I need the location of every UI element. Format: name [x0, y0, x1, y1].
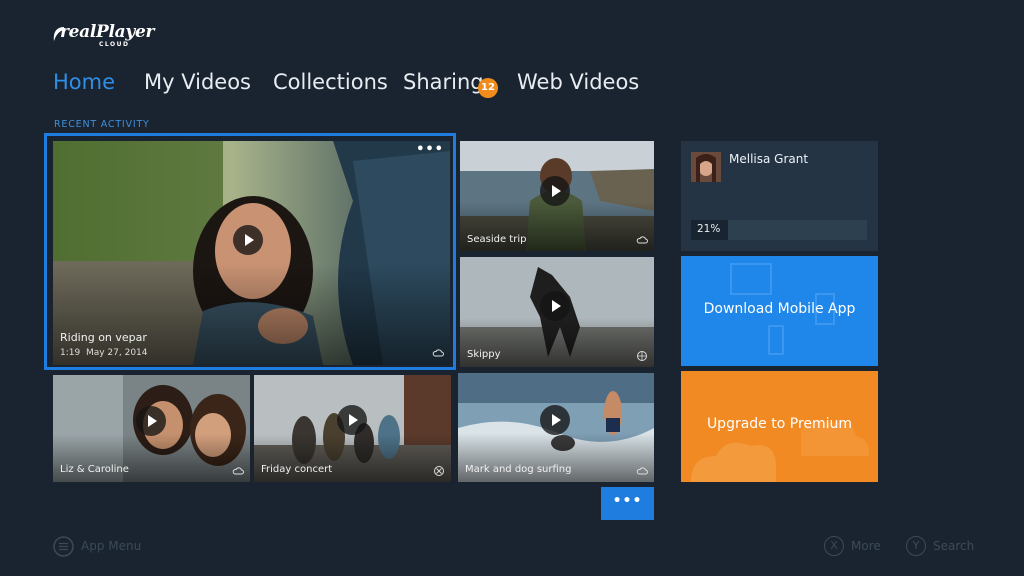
video-title: Friday concert — [261, 464, 333, 475]
logo-subtext: CLOUD — [99, 41, 130, 48]
video-title: Seaside trip — [467, 234, 527, 245]
logo-text: realPlayer — [60, 22, 155, 42]
tab-sharing[interactable]: Sharing — [403, 70, 484, 94]
y-button-icon: Y — [906, 536, 926, 556]
play-icon[interactable] — [337, 405, 367, 435]
tab-home[interactable]: Home — [53, 70, 115, 94]
play-icon[interactable] — [540, 291, 570, 321]
search-hint[interactable]: Search — [933, 539, 974, 553]
realplayer-cloud-logo: realPlayer CLOUD — [52, 22, 162, 50]
video-title: Liz & Caroline — [60, 464, 129, 475]
video-tile-liz-caroline[interactable]: Liz & Caroline — [53, 375, 250, 482]
app-menu-hint[interactable]: App Menu — [81, 539, 141, 553]
menu-button-icon[interactable] — [53, 536, 74, 557]
tab-web-videos[interactable]: Web Videos — [517, 70, 639, 94]
video-tile-seaside-trip[interactable]: Seaside trip — [460, 141, 654, 251]
user-upload-panel[interactable]: Mellisa Grant 21% — [681, 141, 878, 251]
upload-progress-bar: 21% — [691, 220, 867, 240]
x-button-icon: X — [824, 536, 844, 556]
avatar — [691, 152, 721, 182]
more-hint[interactable]: More — [851, 539, 881, 553]
user-name: Mellisa Grant — [729, 152, 809, 166]
user-avatar-image — [691, 152, 721, 182]
more-button[interactable]: ••• — [601, 487, 654, 520]
download-mobile-app-label: Download Mobile App — [703, 301, 856, 317]
upload-progress-text: 21% — [697, 223, 721, 235]
selection-focus-frame — [44, 133, 456, 370]
play-icon[interactable] — [540, 176, 570, 206]
play-icon[interactable] — [540, 405, 570, 435]
video-title: Mark and dog surfing — [465, 464, 572, 475]
cloud-icon — [636, 467, 648, 475]
globe-icon — [637, 351, 647, 361]
tab-my-videos[interactable]: My Videos — [144, 70, 251, 94]
video-tile-mark-dog-surfing[interactable]: Mark and dog surfing — [458, 373, 654, 482]
video-tile-skippy[interactable]: Skippy — [460, 257, 654, 367]
xbox-icon — [434, 466, 444, 476]
cloud-icon — [636, 236, 648, 244]
more-dots-label: ••• — [612, 493, 643, 509]
play-icon[interactable] — [136, 406, 166, 436]
video-title: Skippy — [467, 349, 501, 360]
upgrade-premium-tile[interactable]: Upgrade to Premium — [681, 371, 878, 482]
tab-collections[interactable]: Collections — [273, 70, 388, 94]
video-tile-friday-concert[interactable]: Friday concert — [254, 375, 451, 482]
cloud-icon — [232, 467, 244, 475]
upgrade-premium-label: Upgrade to Premium — [706, 416, 853, 432]
sharing-count-badge: 12 — [478, 78, 498, 98]
download-mobile-app-tile[interactable]: Download Mobile App — [681, 256, 878, 366]
recent-activity-label: RECENT ACTIVITY — [54, 119, 150, 130]
